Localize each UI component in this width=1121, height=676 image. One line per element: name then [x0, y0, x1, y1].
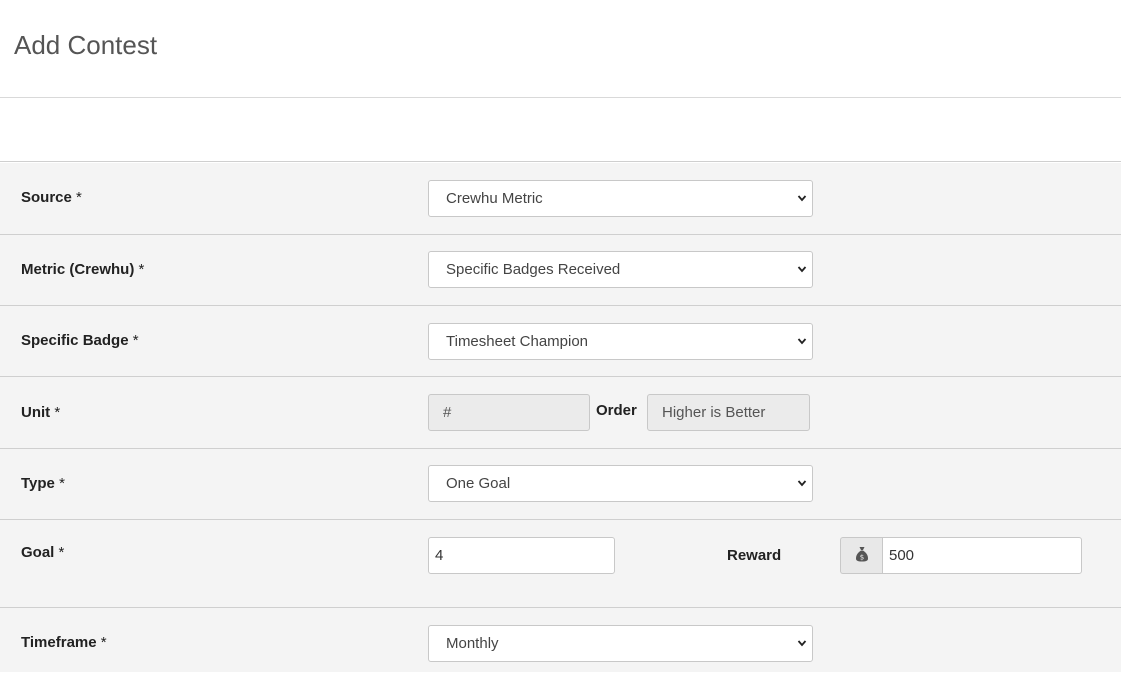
required-marker: * [132, 332, 139, 349]
source-select-value: Crewhu Metric [446, 190, 543, 207]
unit-field: # [428, 394, 590, 431]
required-marker: * [76, 189, 82, 206]
badge-select[interactable]: Timesheet Champion [428, 323, 813, 360]
goal-input[interactable]: 4 [428, 537, 615, 574]
metric-select-value: Specific Badges Received [446, 261, 621, 278]
chevron-down-icon [797, 466, 807, 516]
order-field: Higher is Better [647, 394, 810, 431]
chevron-down-icon [797, 181, 807, 231]
required-marker: * [100, 634, 107, 651]
timeframe-select-value: Monthly [446, 635, 499, 652]
required-marker: * [138, 261, 145, 278]
type-select[interactable]: One Goal [428, 465, 813, 502]
goal-label: Goal * [21, 544, 65, 561]
money-bag-icon: $ [855, 547, 869, 564]
chevron-down-icon [797, 626, 807, 676]
metric-label: Metric (Crewhu) * [21, 261, 145, 278]
source-select[interactable]: Crewhu Metric [428, 180, 813, 217]
page-title: Add Contest [14, 30, 158, 60]
required-marker: * [54, 404, 61, 421]
chevron-down-icon [797, 324, 807, 374]
page-header: Add Contest [0, 0, 1121, 98]
source-label: Source * [21, 189, 82, 206]
source-row: Source * Crewhu Metric [0, 163, 1121, 235]
timeframe-select[interactable]: Monthly [428, 625, 813, 662]
type-label: Type * [21, 475, 65, 492]
required-marker: * [58, 544, 65, 561]
reward-addon: $ [840, 537, 883, 574]
goal-row: Goal * 4 Reward $ 500 [0, 520, 1121, 608]
svg-text:$: $ [860, 554, 864, 562]
type-row: Type * One Goal [0, 449, 1121, 520]
reward-label: Reward [727, 547, 782, 564]
reward-input[interactable]: 500 [882, 537, 1082, 574]
timeframe-label: Timeframe * [21, 634, 107, 651]
unit-label: Unit * [21, 404, 61, 421]
required-marker: * [59, 475, 65, 492]
type-select-value: One Goal [446, 475, 511, 492]
badge-select-value: Timesheet Champion [446, 333, 589, 350]
metric-select[interactable]: Specific Badges Received [428, 251, 813, 288]
badge-label: Specific Badge * [21, 332, 139, 349]
unit-row: Unit * # Order Higher is Better [0, 377, 1121, 449]
badge-row: Specific Badge * Timesheet Champion [0, 306, 1121, 377]
chevron-down-icon [797, 252, 807, 302]
order-label: Order [596, 402, 637, 419]
header-spacer [0, 98, 1121, 162]
metric-row: Metric (Crewhu) * Specific Badges Receiv… [0, 235, 1121, 306]
timeframe-row: Timeframe * Monthly [0, 608, 1121, 672]
